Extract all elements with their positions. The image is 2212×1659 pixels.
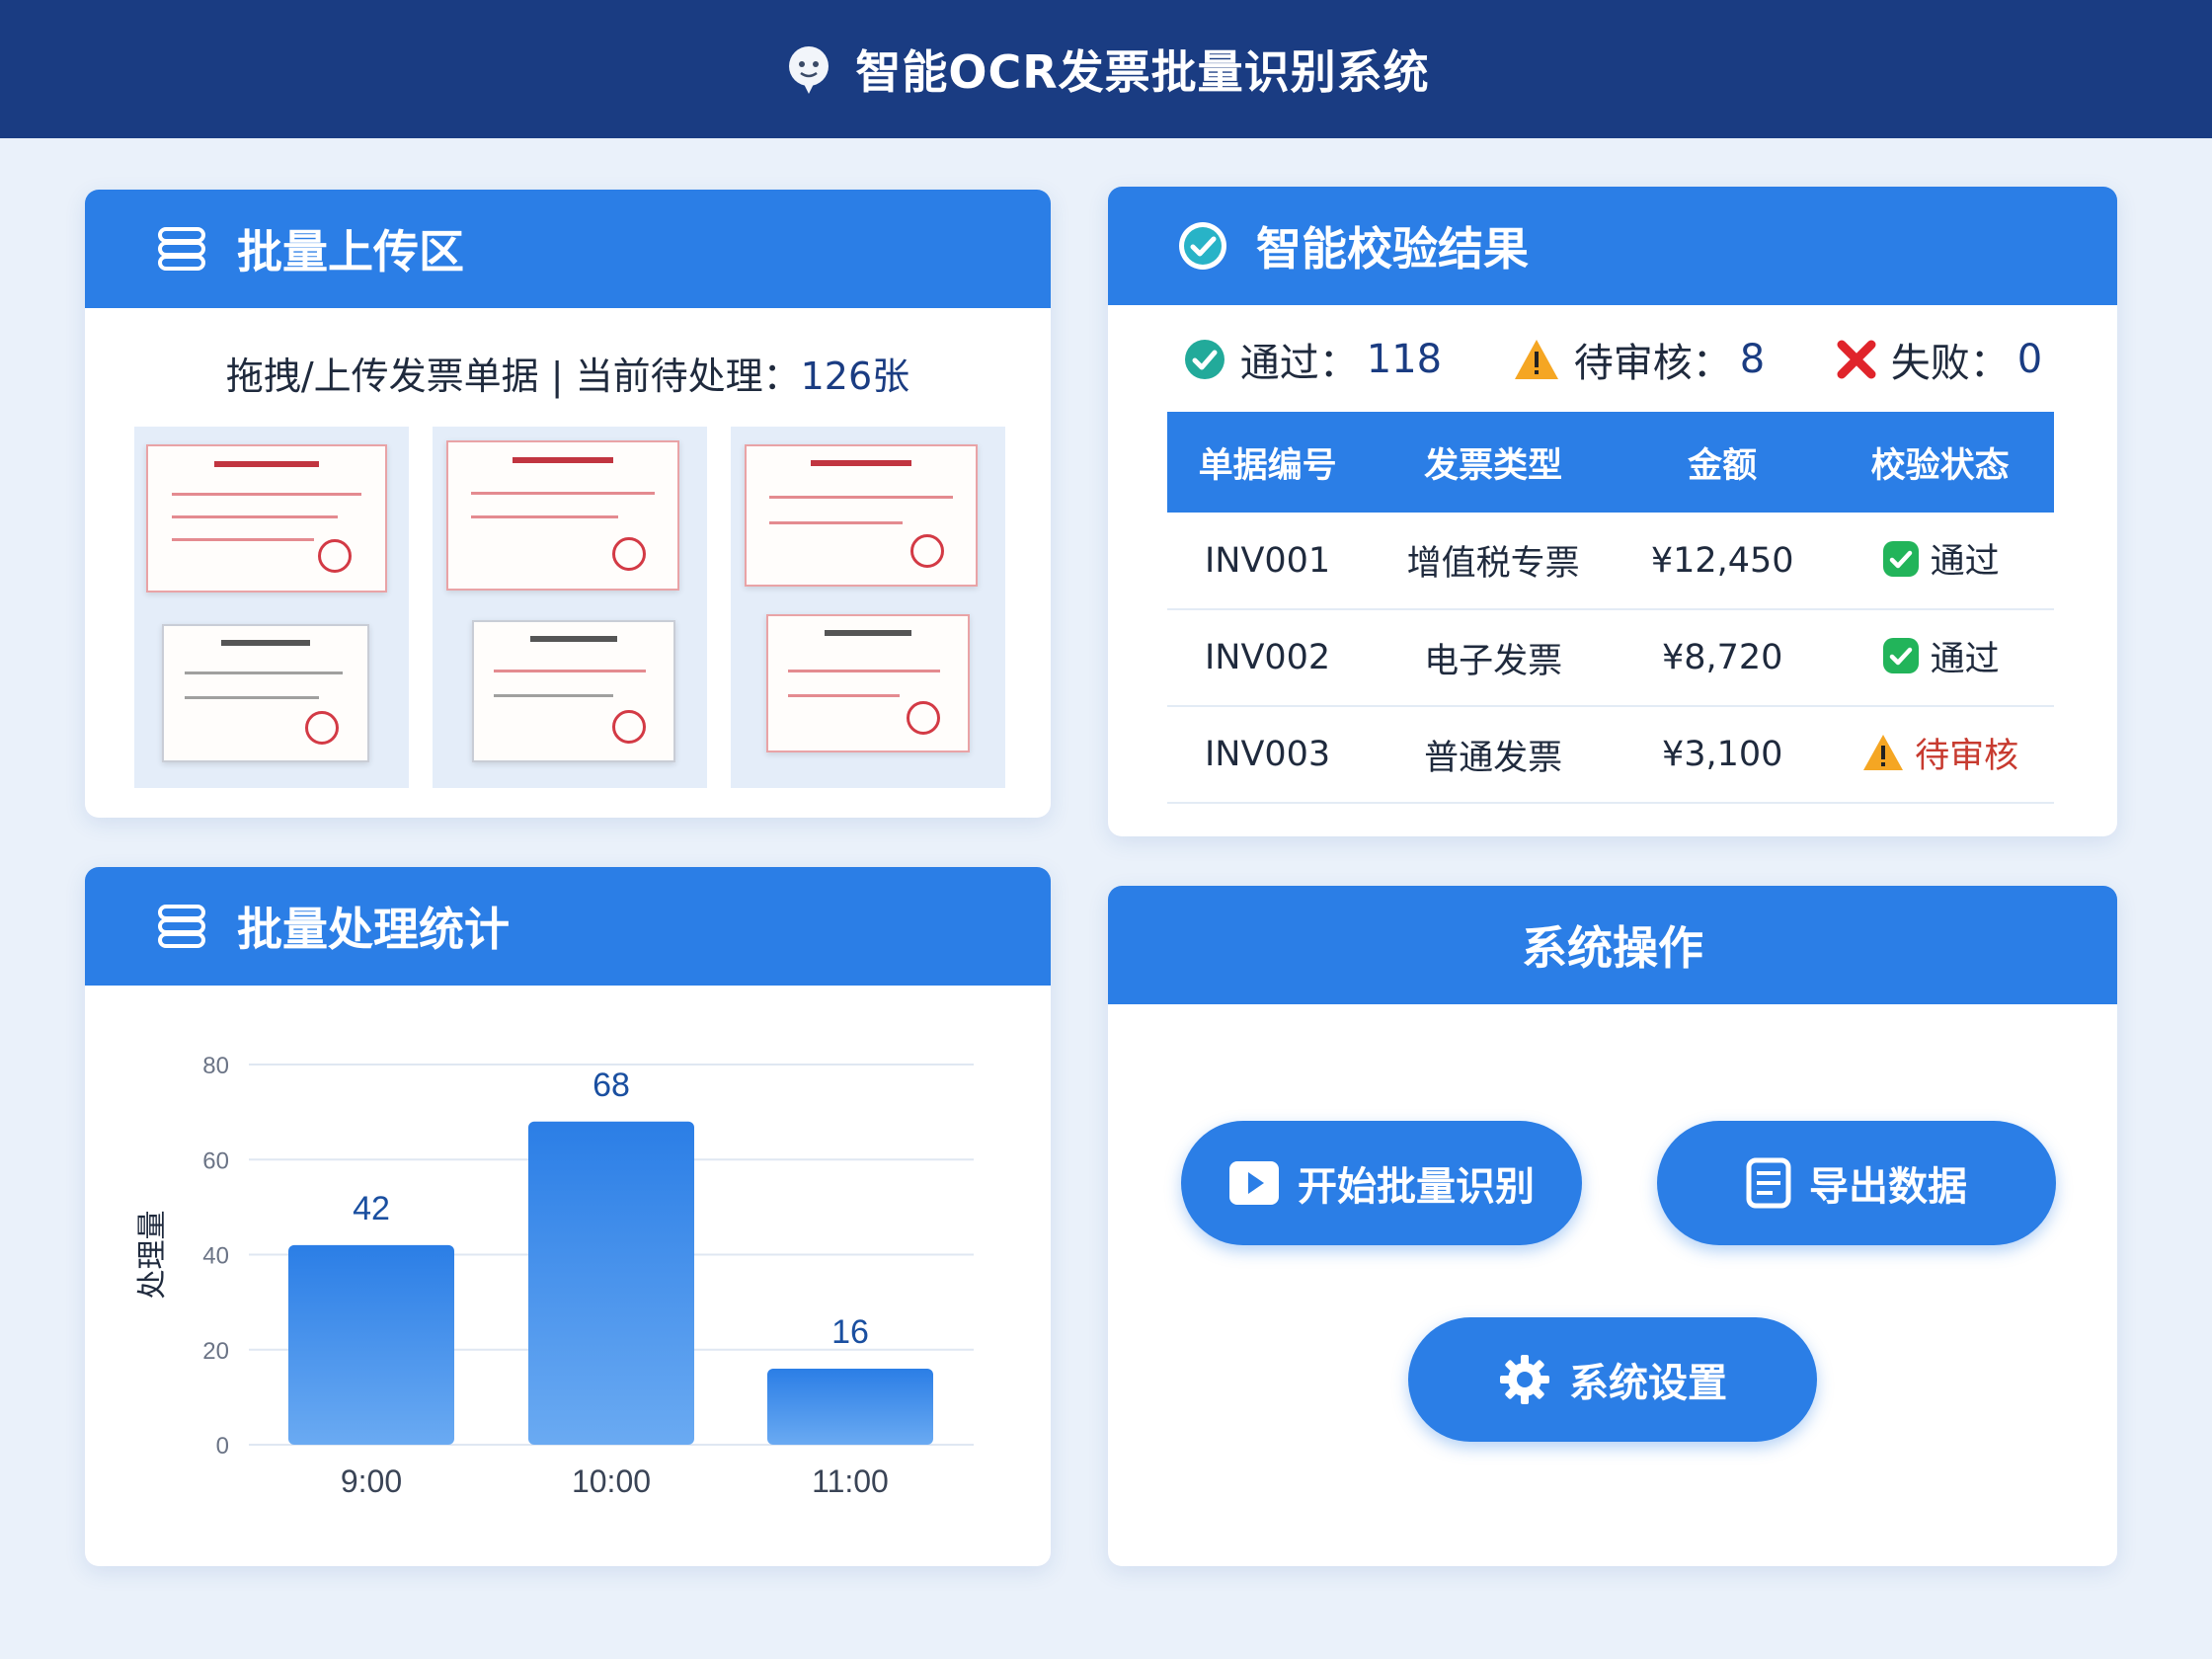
invoice-thumbnails[interactable] <box>134 427 1005 788</box>
invoice-thumbnail[interactable] <box>162 624 369 762</box>
column-header-id[interactable]: 单据编号 <box>1167 412 1369 513</box>
cell-id: INV001 <box>1167 513 1369 610</box>
verify-panel: 智能校验结果 通过： 118 待审核： 8 失败： 0 单据编号 发票类型 金额 校验… <box>1108 187 2117 836</box>
y-tick-label: 60 <box>202 1147 229 1174</box>
invoice-thumbnail[interactable] <box>472 620 675 762</box>
status-text: 待审核 <box>1915 736 2019 776</box>
stats-panel: 批量处理统计 0 20 40 60 80 处理量 42 9:00 68 10:00 16 11:00 <box>85 867 1051 1566</box>
cell-status: 待审核 <box>1826 706 2054 804</box>
upload-status: 拖拽/上传发票单据 | 当前待处理：126张 <box>85 346 1051 400</box>
cell-id: INV003 <box>1167 706 1369 804</box>
y-tick-label: 80 <box>202 1053 229 1079</box>
check-icon <box>1882 638 1919 674</box>
stats-panel-title: 批量处理统计 <box>237 903 510 956</box>
upload-instruction: 拖拽/上传发票单据 | 当前待处理： <box>225 355 801 398</box>
database-icon <box>158 905 205 948</box>
y-tick-label: 40 <box>202 1243 229 1270</box>
thumbnail-column <box>134 427 409 788</box>
verify-panel-title: 智能校验结果 <box>1256 222 1529 276</box>
cell-amount: ¥8,720 <box>1619 609 1827 707</box>
y-tick-label: 0 <box>216 1433 229 1460</box>
table-header-row: 单据编号 发票类型 金额 校验状态 <box>1167 412 2054 513</box>
column-header-type[interactable]: 发票类型 <box>1368 412 1620 513</box>
system-settings-button[interactable]: 系统设置 <box>1408 1317 1817 1442</box>
data-label: 16 <box>831 1313 869 1351</box>
cell-amount: ¥3,100 <box>1619 706 1827 804</box>
table-row[interactable]: INV003 普通发票 ¥3,100 待审核 <box>1167 706 2054 804</box>
document-list-icon <box>1746 1157 1791 1209</box>
play-icon <box>1229 1161 1279 1205</box>
cell-status: 通过 <box>1826 609 2054 707</box>
x-tick-label: 10:00 <box>572 1463 651 1499</box>
data-label: 68 <box>592 1066 630 1104</box>
column-header-amount[interactable]: 金额 <box>1619 412 1827 513</box>
table-row[interactable]: INV001 增值税专票 ¥12,450 通过 <box>1167 513 2054 610</box>
invoice-table: 单据编号 发票类型 金额 校验状态 INV001 增值税专票 ¥12,450 通… <box>1167 412 2054 804</box>
pending-count: 126张 <box>800 355 910 398</box>
gear-icon <box>1500 1355 1549 1404</box>
status-text: 通过 <box>1930 639 2000 679</box>
invoice-thumbnail[interactable] <box>745 444 978 587</box>
cell-status: 通过 <box>1826 513 2054 610</box>
thumbnail-column <box>731 427 1005 788</box>
export-data-label: 导出数据 <box>1809 1164 1967 1210</box>
system-settings-label: 系统设置 <box>1569 1361 1727 1406</box>
summary-pending: 待审核： 8 <box>1513 331 1765 388</box>
app-header: 智能OCR发票批量识别系统 <box>0 0 2212 138</box>
actions-panel-header: 系统操作 <box>1108 886 2117 1004</box>
cell-id: INV002 <box>1167 609 1369 707</box>
status-text: 通过 <box>1930 542 2000 583</box>
actions-panel-title: 系统操作 <box>1522 921 1703 975</box>
check-icon <box>1882 540 1919 577</box>
cross-icon <box>1837 340 1876 379</box>
invoice-thumbnail[interactable] <box>146 444 387 592</box>
x-tick-label: 11:00 <box>812 1463 889 1499</box>
cell-amount: ¥12,450 <box>1619 513 1827 610</box>
cell-type: 普通发票 <box>1368 706 1620 804</box>
upload-panel-header: 批量上传区 <box>85 190 1051 308</box>
start-recognition-label: 开始批量识别 <box>1298 1164 1535 1210</box>
warning-icon <box>1863 735 1904 771</box>
warning-icon <box>1514 340 1558 379</box>
y-tick-label: 20 <box>202 1338 229 1365</box>
thumbnail-column <box>433 427 707 788</box>
table-row[interactable]: INV002 电子发票 ¥8,720 通过 <box>1167 609 2054 707</box>
processing-bar-chart: 0 20 40 60 80 处理量 42 9:00 68 10:00 16 11:00 <box>135 1053 974 1499</box>
database-icon <box>158 227 205 271</box>
export-data-button[interactable]: 导出数据 <box>1657 1121 2056 1245</box>
upload-panel[interactable]: 批量上传区 拖拽/上传发票单据 | 当前待处理：126张 <box>85 190 1051 818</box>
check-circle-icon <box>1184 340 1224 379</box>
cell-type: 增值税专票 <box>1368 513 1620 610</box>
summary-fail: 失败： 0 <box>1836 331 2042 388</box>
cell-type: 电子发票 <box>1368 609 1620 707</box>
data-label: 42 <box>353 1190 390 1227</box>
start-recognition-button[interactable]: 开始批量识别 <box>1181 1121 1582 1245</box>
x-tick-label: 9:00 <box>341 1463 402 1499</box>
actions-panel: 系统操作 开始批量识别 导出数据 系统设置 <box>1108 886 2117 1566</box>
app-title: 智能OCR发票批量识别系统 <box>855 45 1430 99</box>
column-header-status[interactable]: 校验状态 <box>1826 412 2054 513</box>
stats-panel-header: 批量处理统计 <box>85 867 1051 986</box>
verify-panel-header: 智能校验结果 <box>1108 187 2117 305</box>
verify-summary: 通过： 118 待审核： 8 失败： 0 <box>1108 305 2117 414</box>
bar-11:00 <box>767 1369 933 1445</box>
y-axis-label: 处理量 <box>135 1211 170 1300</box>
bar-9:00 <box>288 1244 454 1445</box>
check-circle-icon <box>1179 222 1226 270</box>
invoice-thumbnail[interactable] <box>766 614 970 752</box>
summary-pass: 通过： 118 <box>1183 331 1442 388</box>
invoice-thumbnail[interactable] <box>446 440 679 591</box>
chat-bot-icon <box>789 46 830 94</box>
bar-10:00 <box>528 1121 694 1445</box>
upload-panel-title: 批量上传区 <box>237 225 464 278</box>
